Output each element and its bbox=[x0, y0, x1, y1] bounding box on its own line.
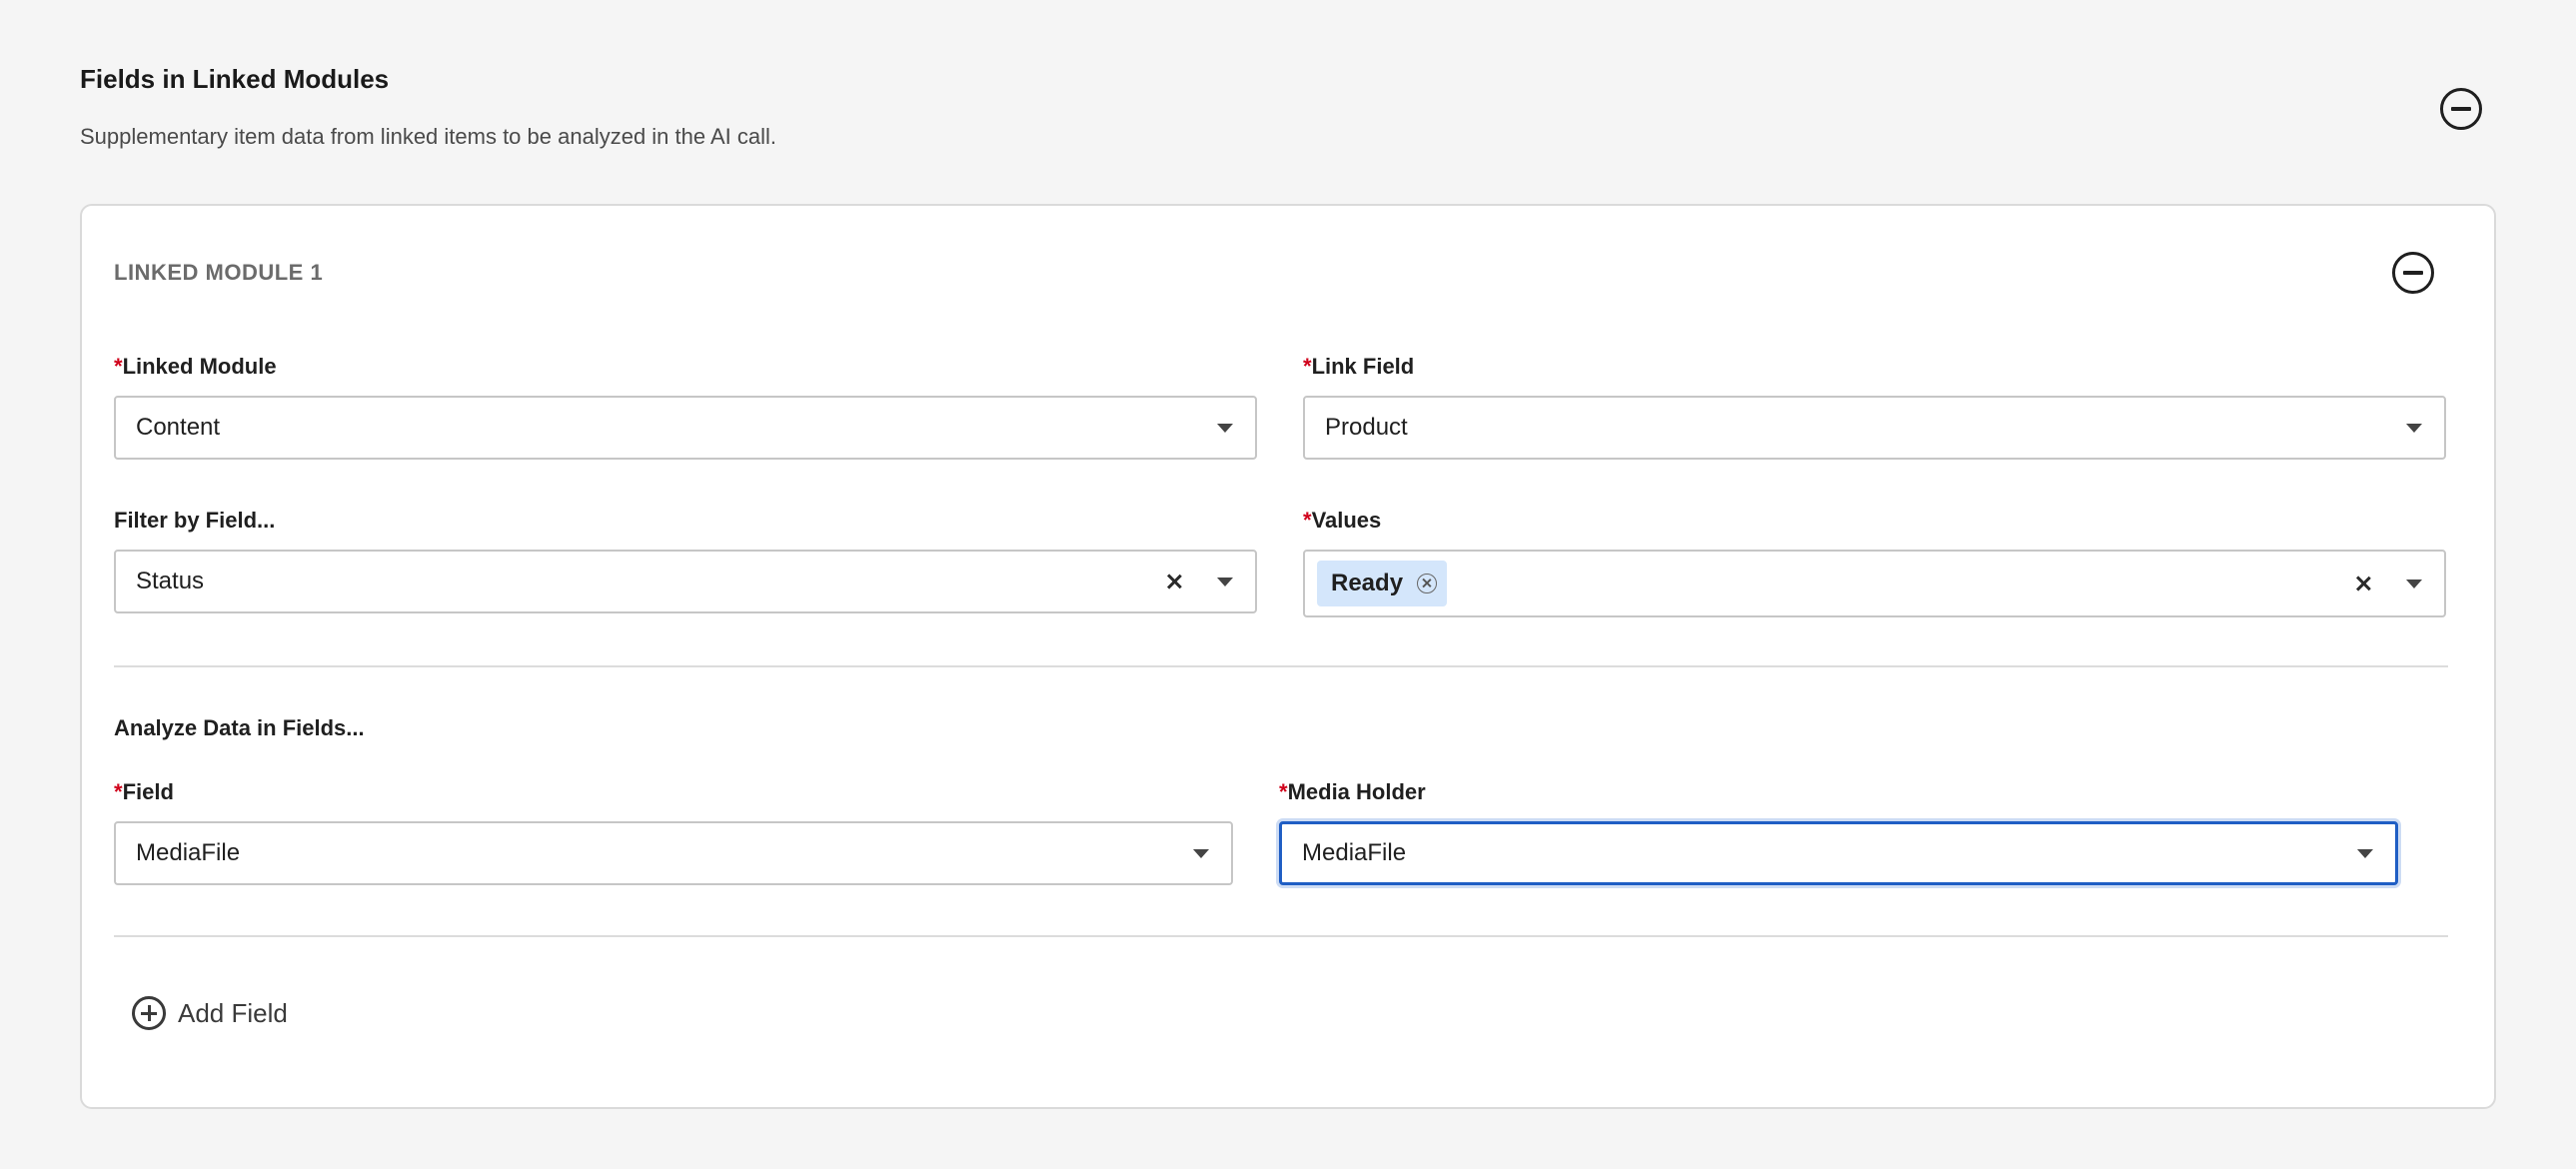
value-chip-label: Ready bbox=[1331, 570, 1404, 596]
section-description: Supplementary item data from linked item… bbox=[80, 124, 777, 149]
media-holder-value: MediaFile bbox=[1302, 839, 1407, 866]
chip-remove-icon[interactable] bbox=[1417, 574, 1438, 593]
linked-module-label-text: Linked Module bbox=[122, 354, 277, 379]
link-field-select[interactable]: Product bbox=[1303, 396, 2446, 460]
linked-module-value: Content bbox=[136, 414, 221, 441]
field-label: *Field bbox=[114, 779, 174, 805]
divider bbox=[114, 935, 2448, 937]
required-marker: * bbox=[114, 779, 123, 804]
linked-module-label: *Linked Module bbox=[114, 354, 277, 380]
linked-module-select[interactable]: Content bbox=[114, 396, 1257, 460]
filter-by-field-label-text: Filter by Field... bbox=[114, 508, 276, 533]
divider bbox=[114, 665, 2448, 667]
values-multiselect[interactable]: Ready bbox=[1303, 550, 2446, 617]
field-select[interactable]: MediaFile bbox=[114, 821, 1233, 885]
chevron-down-icon bbox=[1217, 578, 1233, 586]
clear-icon[interactable] bbox=[1163, 571, 1185, 592]
filter-by-field-value: Status bbox=[136, 568, 205, 594]
add-field-button[interactable]: Add Field bbox=[132, 995, 288, 1031]
field-value: MediaFile bbox=[136, 839, 241, 866]
section-collapse-icon[interactable] bbox=[2440, 88, 2482, 130]
add-field-label: Add Field bbox=[178, 997, 288, 1028]
value-chip: Ready bbox=[1317, 561, 1448, 606]
filter-by-field-select[interactable]: Status bbox=[114, 550, 1257, 613]
linked-module-card: LINKED MODULE 1 *Linked Module Content *… bbox=[80, 204, 2496, 1109]
media-holder-select[interactable]: MediaFile bbox=[1279, 821, 2398, 885]
circle-plus-icon bbox=[132, 996, 166, 1030]
module-title: LINKED MODULE 1 bbox=[114, 260, 324, 285]
filter-by-field-label: Filter by Field... bbox=[114, 508, 275, 534]
field-label-text: Field bbox=[122, 779, 174, 804]
section-title: Fields in Linked Modules bbox=[80, 64, 390, 94]
chevron-down-icon bbox=[2357, 849, 2373, 858]
analyze-heading: Analyze Data in Fields... bbox=[114, 715, 365, 740]
clear-icon[interactable] bbox=[2352, 573, 2374, 594]
required-marker: * bbox=[1303, 354, 1312, 379]
media-holder-label-text: Media Holder bbox=[1287, 779, 1426, 804]
values-label-text: Values bbox=[1311, 508, 1382, 533]
chevron-down-icon bbox=[2406, 580, 2422, 588]
media-holder-label: *Media Holder bbox=[1279, 779, 1426, 805]
required-marker: * bbox=[1303, 508, 1312, 533]
chevron-down-icon bbox=[2406, 424, 2422, 433]
link-field-label: *Link Field bbox=[1303, 354, 1414, 380]
link-field-label-text: Link Field bbox=[1311, 354, 1415, 379]
required-marker: * bbox=[114, 354, 123, 379]
module-collapse-icon[interactable] bbox=[2392, 252, 2434, 294]
values-label: *Values bbox=[1303, 508, 1381, 534]
chevron-down-icon bbox=[1217, 424, 1233, 433]
link-field-value: Product bbox=[1325, 414, 1408, 441]
chevron-down-icon bbox=[1193, 849, 1209, 858]
required-marker: * bbox=[1279, 779, 1288, 804]
